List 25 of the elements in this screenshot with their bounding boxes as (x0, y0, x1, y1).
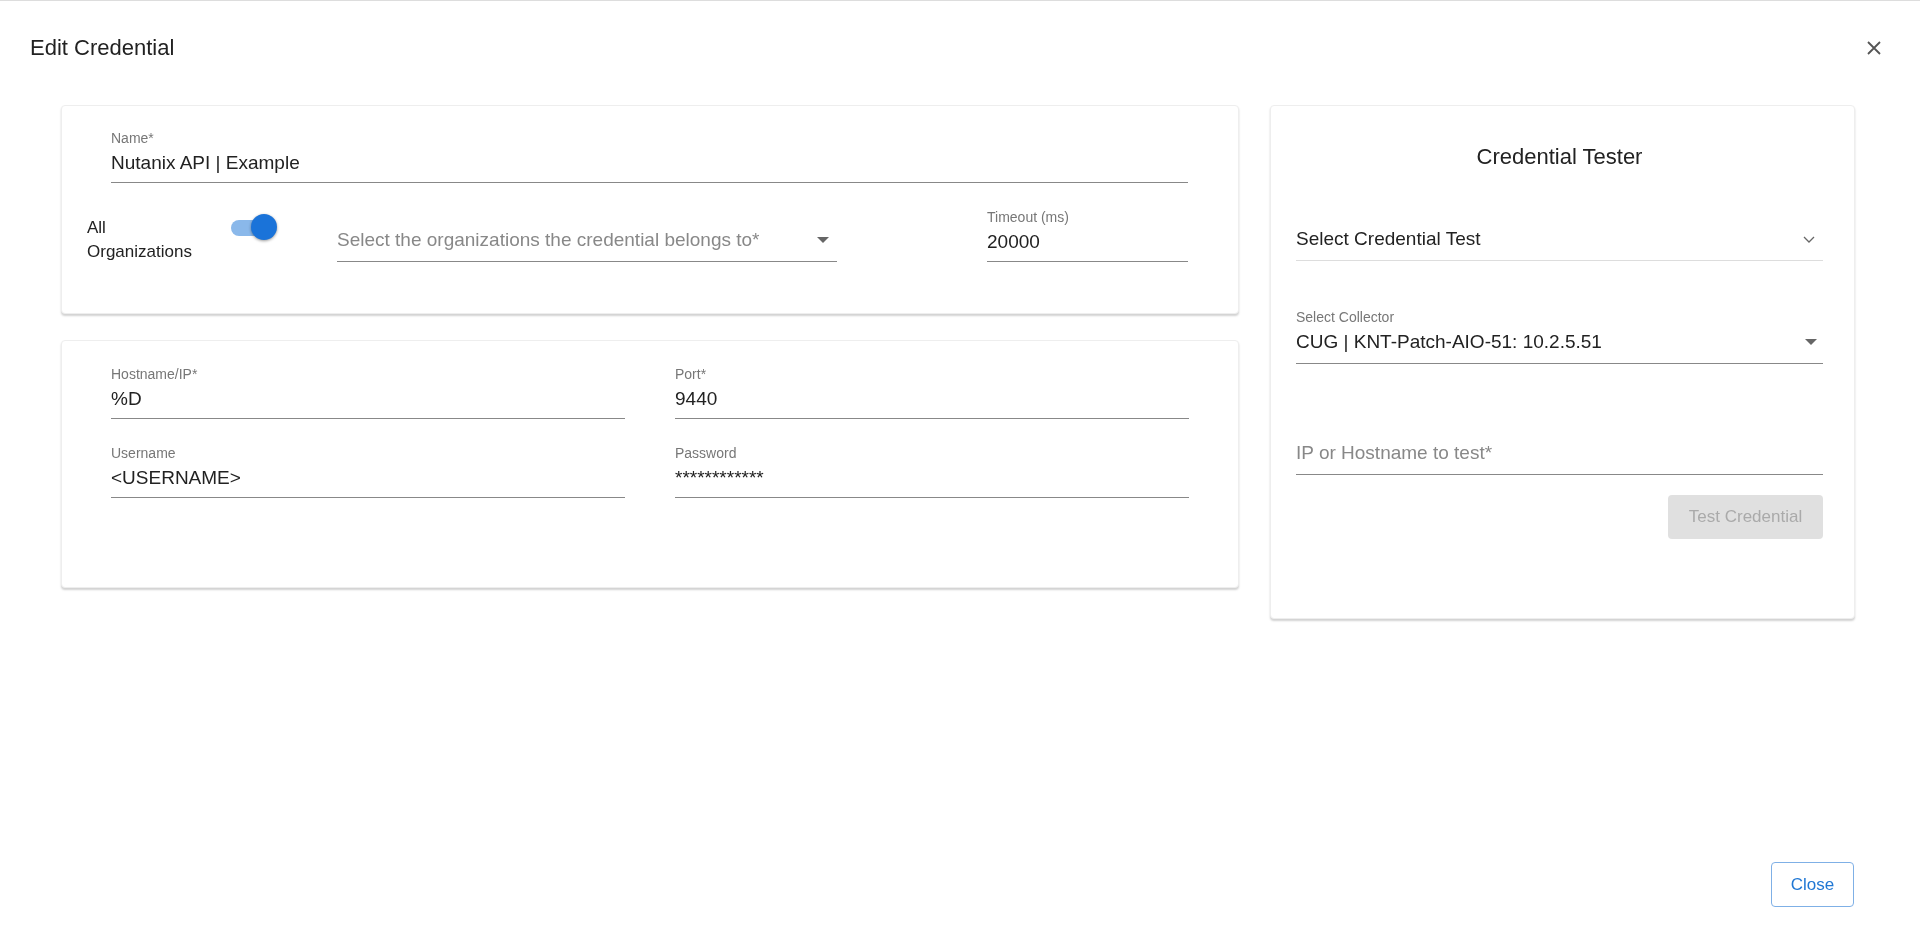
name-label: Name* (111, 130, 155, 146)
field-label: Hostname/IP* (111, 366, 199, 382)
target-input-field[interactable]: IP or Hostname to test* (1296, 442, 1823, 475)
collector-label: Select Collector (1296, 309, 1396, 325)
field-label: Password (675, 445, 738, 461)
name-field[interactable]: Nutanix API | Example (111, 152, 1188, 183)
dropdown-arrow-icon (817, 237, 829, 243)
chevron-down-icon (1803, 235, 1815, 243)
input-field[interactable]: 9440 (675, 388, 1189, 419)
input-field[interactable]: ************ (675, 467, 1189, 498)
field-label: Port* (675, 366, 708, 382)
collector-select[interactable]: CUG | KNT-Patch-AIO-51: 10.2.5.51 (1296, 331, 1823, 364)
input-field[interactable]: <USERNAME> (111, 467, 625, 498)
organizations-select[interactable]: Select the organizations the credential belongs to* (337, 229, 837, 262)
timeout-field[interactable]: 20000 (987, 231, 1188, 262)
tester-title: Credential Tester (1475, 144, 1644, 170)
all-organizations-toggle[interactable] (229, 214, 277, 240)
dropdown-arrow-icon (1805, 339, 1817, 345)
all-organizations-label: All Organizations (87, 217, 193, 263)
dialog-title: Edit Credential (30, 35, 175, 61)
field-label: Username (111, 445, 177, 461)
input-field[interactable]: %D (111, 388, 625, 419)
timeout-label: Timeout (ms) (987, 209, 1070, 225)
close-button[interactable]: Close (1771, 862, 1854, 907)
credential-test-select[interactable]: Select Credential Test (1296, 228, 1823, 261)
